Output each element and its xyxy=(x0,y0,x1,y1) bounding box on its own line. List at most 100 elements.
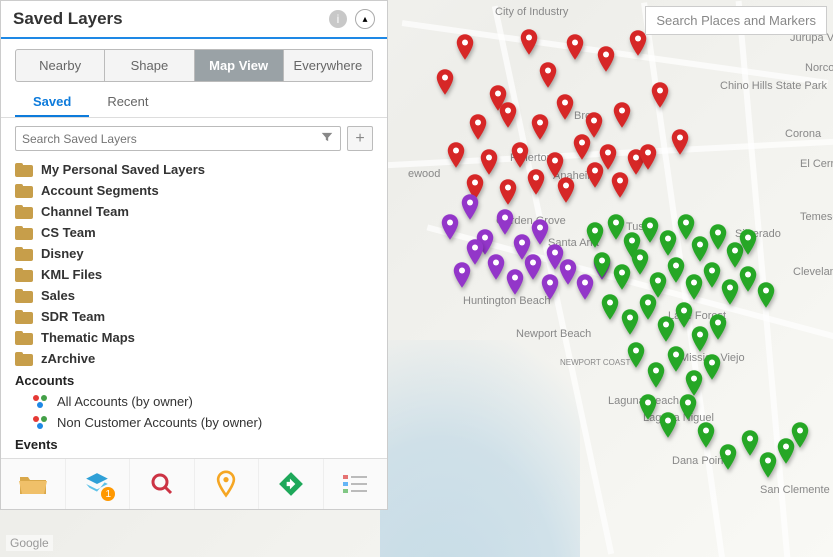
map-pin-green[interactable] xyxy=(757,282,775,308)
map-pin-green[interactable] xyxy=(685,274,703,300)
map-pin-purple[interactable] xyxy=(559,259,577,285)
map-pin-green[interactable] xyxy=(703,354,721,380)
map-pin-red[interactable] xyxy=(557,177,575,203)
map-pin-green[interactable] xyxy=(759,452,777,478)
map-pin-red[interactable] xyxy=(447,142,465,168)
map-pin-red[interactable] xyxy=(556,94,574,120)
map-pin-green[interactable] xyxy=(601,294,619,320)
map-pin-red[interactable] xyxy=(651,82,669,108)
map-pin-red[interactable] xyxy=(480,149,498,175)
scope-tab-map-view[interactable]: Map View xyxy=(194,49,284,82)
map-pin-green[interactable] xyxy=(667,257,685,283)
map-pin-purple[interactable] xyxy=(487,254,505,280)
map-pin-green[interactable] xyxy=(697,422,715,448)
map-pin-red[interactable] xyxy=(671,129,689,155)
tool-directions[interactable] xyxy=(259,459,324,509)
map-pin-red[interactable] xyxy=(611,172,629,198)
map-pin-purple[interactable] xyxy=(506,269,524,295)
folder-item[interactable]: My Personal Saved Layers xyxy=(15,159,373,180)
map-pin-red[interactable] xyxy=(456,34,474,60)
map-pin-green[interactable] xyxy=(691,236,709,262)
map-pin-green[interactable] xyxy=(639,394,657,420)
map-pin-green[interactable] xyxy=(586,222,604,248)
folder-item[interactable]: KML Files xyxy=(15,264,373,285)
map-pin-green[interactable] xyxy=(657,316,675,342)
add-layer-button[interactable]: + xyxy=(347,126,373,151)
map-pin-red[interactable] xyxy=(499,102,517,128)
map-pin-green[interactable] xyxy=(739,266,757,292)
map-pin-green[interactable] xyxy=(647,362,665,388)
map-pin-green[interactable] xyxy=(709,224,727,250)
folder-item[interactable]: Disney xyxy=(15,243,373,264)
map-pin-green[interactable] xyxy=(691,326,709,352)
map-pin-green[interactable] xyxy=(621,309,639,335)
tool-search[interactable] xyxy=(130,459,195,509)
map-pin-green[interactable] xyxy=(631,249,649,275)
collapse-button[interactable]: ▴ xyxy=(355,9,375,29)
info-icon[interactable]: i xyxy=(329,10,347,28)
map-pin-purple[interactable] xyxy=(541,274,559,300)
map-pin-green[interactable] xyxy=(739,229,757,255)
section-header[interactable]: Accounts xyxy=(15,369,373,391)
map-pin-red[interactable] xyxy=(436,69,454,95)
filter-icon[interactable] xyxy=(320,130,334,147)
map-pin-purple[interactable] xyxy=(531,219,549,245)
map-pin-red[interactable] xyxy=(566,34,584,60)
folder-item[interactable]: Account Segments xyxy=(15,180,373,201)
map-pin-green[interactable] xyxy=(719,444,737,470)
map-pin-red[interactable] xyxy=(527,169,545,195)
layer-search-input[interactable] xyxy=(22,132,320,146)
folder-item[interactable]: zArchive xyxy=(15,348,373,369)
map-pin-green[interactable] xyxy=(685,370,703,396)
map-pin-purple[interactable] xyxy=(496,209,514,235)
map-pin-purple[interactable] xyxy=(524,254,542,280)
folder-item[interactable]: Sales xyxy=(15,285,373,306)
tab-recent[interactable]: Recent xyxy=(89,88,166,117)
map-pin-purple[interactable] xyxy=(453,262,471,288)
map-pin-green[interactable] xyxy=(659,230,677,256)
tab-saved[interactable]: Saved xyxy=(15,88,89,117)
map-pin-green[interactable] xyxy=(675,302,693,328)
map-pin-red[interactable] xyxy=(499,179,517,205)
map-pin-red[interactable] xyxy=(511,142,529,168)
scope-tab-nearby[interactable]: Nearby xyxy=(15,49,105,82)
map-pin-green[interactable] xyxy=(741,430,759,456)
map-pin-red[interactable] xyxy=(597,46,615,72)
tool-layers[interactable]: 1 xyxy=(66,459,131,509)
map-pin-purple[interactable] xyxy=(576,274,594,300)
layer-item[interactable]: Non Customer Accounts (by owner) xyxy=(15,412,373,433)
scope-tab-everywhere[interactable]: Everywhere xyxy=(283,49,373,82)
map-pin-red[interactable] xyxy=(539,62,557,88)
map-pin-red[interactable] xyxy=(520,29,538,55)
folder-item[interactable]: Channel Team xyxy=(15,201,373,222)
map-pin-purple[interactable] xyxy=(441,214,459,240)
map-pin-red[interactable] xyxy=(469,114,487,140)
folder-item[interactable]: SDR Team xyxy=(15,306,373,327)
map-pin-red[interactable] xyxy=(629,30,647,56)
map-pin-red[interactable] xyxy=(531,114,549,140)
map-pin-purple[interactable] xyxy=(461,194,479,220)
map-pin-green[interactable] xyxy=(709,314,727,340)
folder-item[interactable]: CS Team xyxy=(15,222,373,243)
map-pin-red[interactable] xyxy=(586,162,604,188)
tool-legend[interactable] xyxy=(324,459,388,509)
map-pin-green[interactable] xyxy=(703,262,721,288)
folder-item[interactable]: Thematic Maps xyxy=(15,327,373,348)
map-pin-green[interactable] xyxy=(667,346,685,372)
map-pin-red[interactable] xyxy=(613,102,631,128)
map-pin-green[interactable] xyxy=(641,217,659,243)
tool-marker[interactable] xyxy=(195,459,260,509)
map-pin-red[interactable] xyxy=(639,144,657,170)
layer-item[interactable]: All Accounts (by owner) xyxy=(15,391,373,412)
search-places-input[interactable]: Search Places and Markers xyxy=(645,6,827,35)
map-pin-green[interactable] xyxy=(639,294,657,320)
section-header[interactable]: Events xyxy=(15,433,373,455)
map-pin-red[interactable] xyxy=(573,134,591,160)
map-pin-green[interactable] xyxy=(627,342,645,368)
map-pin-green[interactable] xyxy=(593,252,611,278)
map-pin-red[interactable] xyxy=(546,152,564,178)
map-pin-green[interactable] xyxy=(679,394,697,420)
tool-folder[interactable] xyxy=(1,459,66,509)
scope-tab-shape[interactable]: Shape xyxy=(104,49,194,82)
map-pin-green[interactable] xyxy=(659,412,677,438)
